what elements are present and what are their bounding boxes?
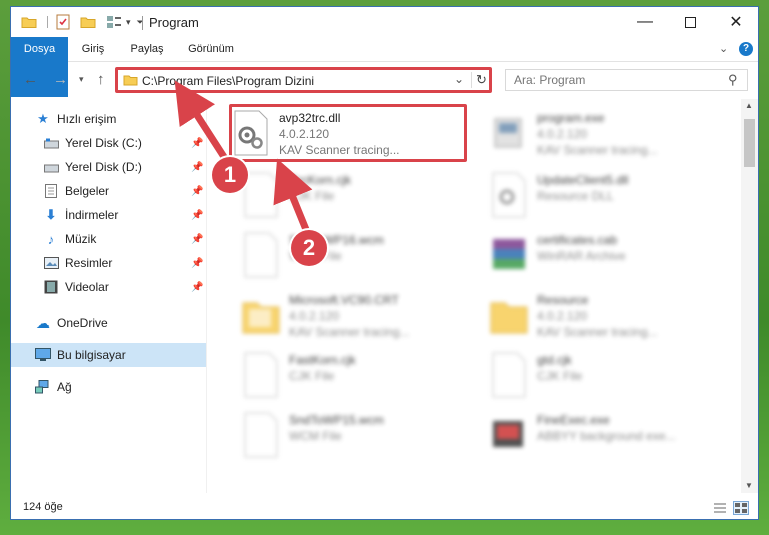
arrow-1 (174, 80, 229, 162)
step-badge-2: 2 (291, 230, 327, 266)
step-badge-1: 1 (212, 157, 248, 193)
arrow-2 (273, 158, 313, 234)
annotation-arrows (174, 80, 313, 234)
